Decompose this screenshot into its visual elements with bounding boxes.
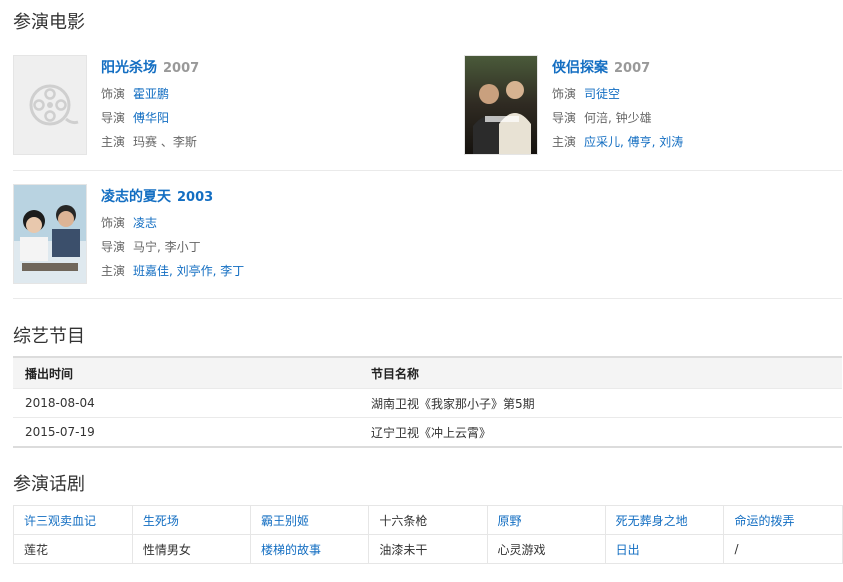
- drama-link[interactable]: 霸王别姬: [261, 514, 309, 528]
- movie-title-link[interactable]: 阳光杀场: [101, 60, 157, 76]
- cast-value-link[interactable]: 班嘉佳, 刘亭作, 李丁: [133, 264, 244, 278]
- drama-cell: 命运的拨弄: [723, 505, 843, 535]
- table-header-row: 播出时间 节目名称: [13, 356, 842, 389]
- table-row: 2018-08-04 湖南卫视《我家那小子》第5期: [13, 388, 842, 418]
- drama-row: 莲花 性情男女 楼梯的故事 油漆未干 心灵游戏 日出 /: [13, 534, 843, 564]
- movie-year: 2007: [614, 61, 651, 76]
- drama-link[interactable]: 许三观卖血记: [24, 514, 96, 528]
- drama-text: 十六条枪: [379, 513, 428, 528]
- movie-director-row: 导演 傅华阳: [101, 109, 169, 126]
- air-date-cell: 2015-07-19: [13, 417, 359, 448]
- film-reel-placeholder-icon[interactable]: [13, 55, 87, 155]
- drama-link[interactable]: 原野: [498, 514, 522, 528]
- drama-cell: 楼梯的故事: [249, 534, 370, 564]
- drama-cell: 日出: [604, 534, 725, 564]
- movie-card: 侠侣探案 2007 饰演 司徒空 导演 何涪, 钟少雄 主演 应采儿, 傅亨, 刘涛: [464, 55, 843, 155]
- movie-card: 阳光杀场 2007 饰演 霍亚鹏 导演 傅华阳 主演 玛赛 、李斯: [13, 55, 393, 155]
- drama-cell: 死无葬身之地: [604, 505, 725, 535]
- drama-cell: /: [723, 534, 843, 564]
- drama-link[interactable]: 生死场: [143, 514, 179, 528]
- drama-cell: 油漆未干: [368, 534, 488, 564]
- divider: [13, 170, 842, 171]
- movie-role-row: 饰演 司徒空: [552, 85, 620, 102]
- cast-label: 主演: [101, 264, 126, 278]
- movie-role-row: 饰演 霍亚鹏: [101, 85, 169, 102]
- drama-table: 许三观卖血记 生死场 霸王别姬 十六条枪 原野 死无葬身之地 命运的拨弄 莲花 …: [13, 505, 843, 564]
- drama-cell: 心灵游戏: [486, 534, 606, 564]
- director-value: 马宁, 李小丁: [133, 240, 201, 254]
- cast-label: 主演: [101, 135, 126, 149]
- movie-year: 2007: [163, 61, 200, 76]
- program-name-cell: 辽宁卫视《冲上云霄》: [359, 417, 842, 448]
- role-label: 饰演: [101, 87, 126, 101]
- air-date-cell: 2018-08-04: [13, 388, 359, 418]
- director-value: 何涪, 钟少雄: [584, 111, 652, 125]
- cast-label: 主演: [552, 135, 577, 149]
- column-header-air-date: 播出时间: [13, 356, 359, 389]
- drama-link[interactable]: 楼梯的故事: [261, 543, 321, 557]
- movie-title[interactable]: 侠侣探案 2007: [552, 57, 650, 77]
- role-label: 饰演: [552, 87, 577, 101]
- role-label: 饰演: [101, 216, 126, 230]
- movie-director-row: 导演 马宁, 李小丁: [101, 238, 201, 255]
- movie-cast-row: 主演 玛赛 、李斯: [101, 133, 197, 150]
- program-name-cell: 湖南卫视《我家那小子》第5期: [359, 388, 842, 418]
- column-header-program-name: 节目名称: [359, 356, 842, 389]
- divider: [13, 298, 842, 299]
- cast-value: 玛赛 、李斯: [133, 135, 197, 149]
- drama-link[interactable]: 命运的拨弄: [734, 514, 794, 528]
- drama-text: /: [734, 542, 739, 556]
- movie-poster[interactable]: [464, 55, 538, 155]
- drama-text: 莲花: [24, 542, 49, 557]
- cast-value-link[interactable]: 应采儿, 傅亨, 刘涛: [584, 135, 683, 149]
- variety-table: 播出时间 节目名称 2018-08-04 湖南卫视《我家那小子》第5期 2015…: [13, 356, 842, 448]
- drama-cell: 性情男女: [131, 534, 251, 564]
- drama-link[interactable]: 死无葬身之地: [616, 514, 688, 528]
- drama-link[interactable]: 日出: [616, 543, 640, 557]
- drama-cell: 十六条枪: [368, 505, 488, 535]
- movie-cast-row: 主演 应采儿, 傅亨, 刘涛: [552, 133, 683, 150]
- role-value-link[interactable]: 司徒空: [584, 87, 620, 101]
- movie-cast-row: 主演 班嘉佳, 刘亭作, 李丁: [101, 262, 244, 279]
- movie-director-row: 导演 何涪, 钟少雄: [552, 109, 652, 126]
- movie-card: 凌志的夏天 2003 饰演 凌志 导演 马宁, 李小丁 主演 班嘉佳, 刘亭作, 李丁: [13, 184, 393, 284]
- drama-cell: 原野: [486, 505, 606, 535]
- role-value-link[interactable]: 凌志: [133, 216, 157, 230]
- drama-text: 油漆未干: [379, 542, 428, 557]
- drama-text: 性情男女: [142, 542, 191, 557]
- drama-cell: 许三观卖血记: [13, 505, 133, 535]
- movie-title[interactable]: 凌志的夏天 2003: [101, 186, 213, 206]
- movie-role-row: 饰演 凌志: [101, 214, 157, 231]
- movie-year: 2003: [177, 190, 214, 205]
- movie-title[interactable]: 阳光杀场 2007: [101, 57, 199, 77]
- director-label: 导演: [101, 111, 126, 125]
- movie-title-link[interactable]: 凌志的夏天: [101, 189, 171, 205]
- movie-poster[interactable]: [13, 184, 87, 284]
- drama-cell: 霸王别姬: [249, 505, 370, 535]
- director-label: 导演: [101, 240, 126, 254]
- drama-row: 许三观卖血记 生死场 霸王别姬 十六条枪 原野 死无葬身之地 命运的拨弄: [13, 505, 843, 535]
- director-value-link[interactable]: 傅华阳: [133, 111, 169, 125]
- drama-text: 心灵游戏: [497, 542, 546, 557]
- director-label: 导演: [552, 111, 577, 125]
- role-value-link[interactable]: 霍亚鹏: [133, 87, 169, 101]
- variety-section-title: 综艺节目: [13, 326, 85, 347]
- drama-cell: 生死场: [131, 505, 251, 535]
- drama-section-title: 参演话剧: [13, 474, 85, 495]
- movie-title-link[interactable]: 侠侣探案: [552, 60, 608, 76]
- movies-section-title: 参演电影: [13, 12, 85, 33]
- table-row: 2015-07-19 辽宁卫视《冲上云霄》: [13, 417, 842, 448]
- drama-cell: 莲花: [13, 534, 133, 564]
